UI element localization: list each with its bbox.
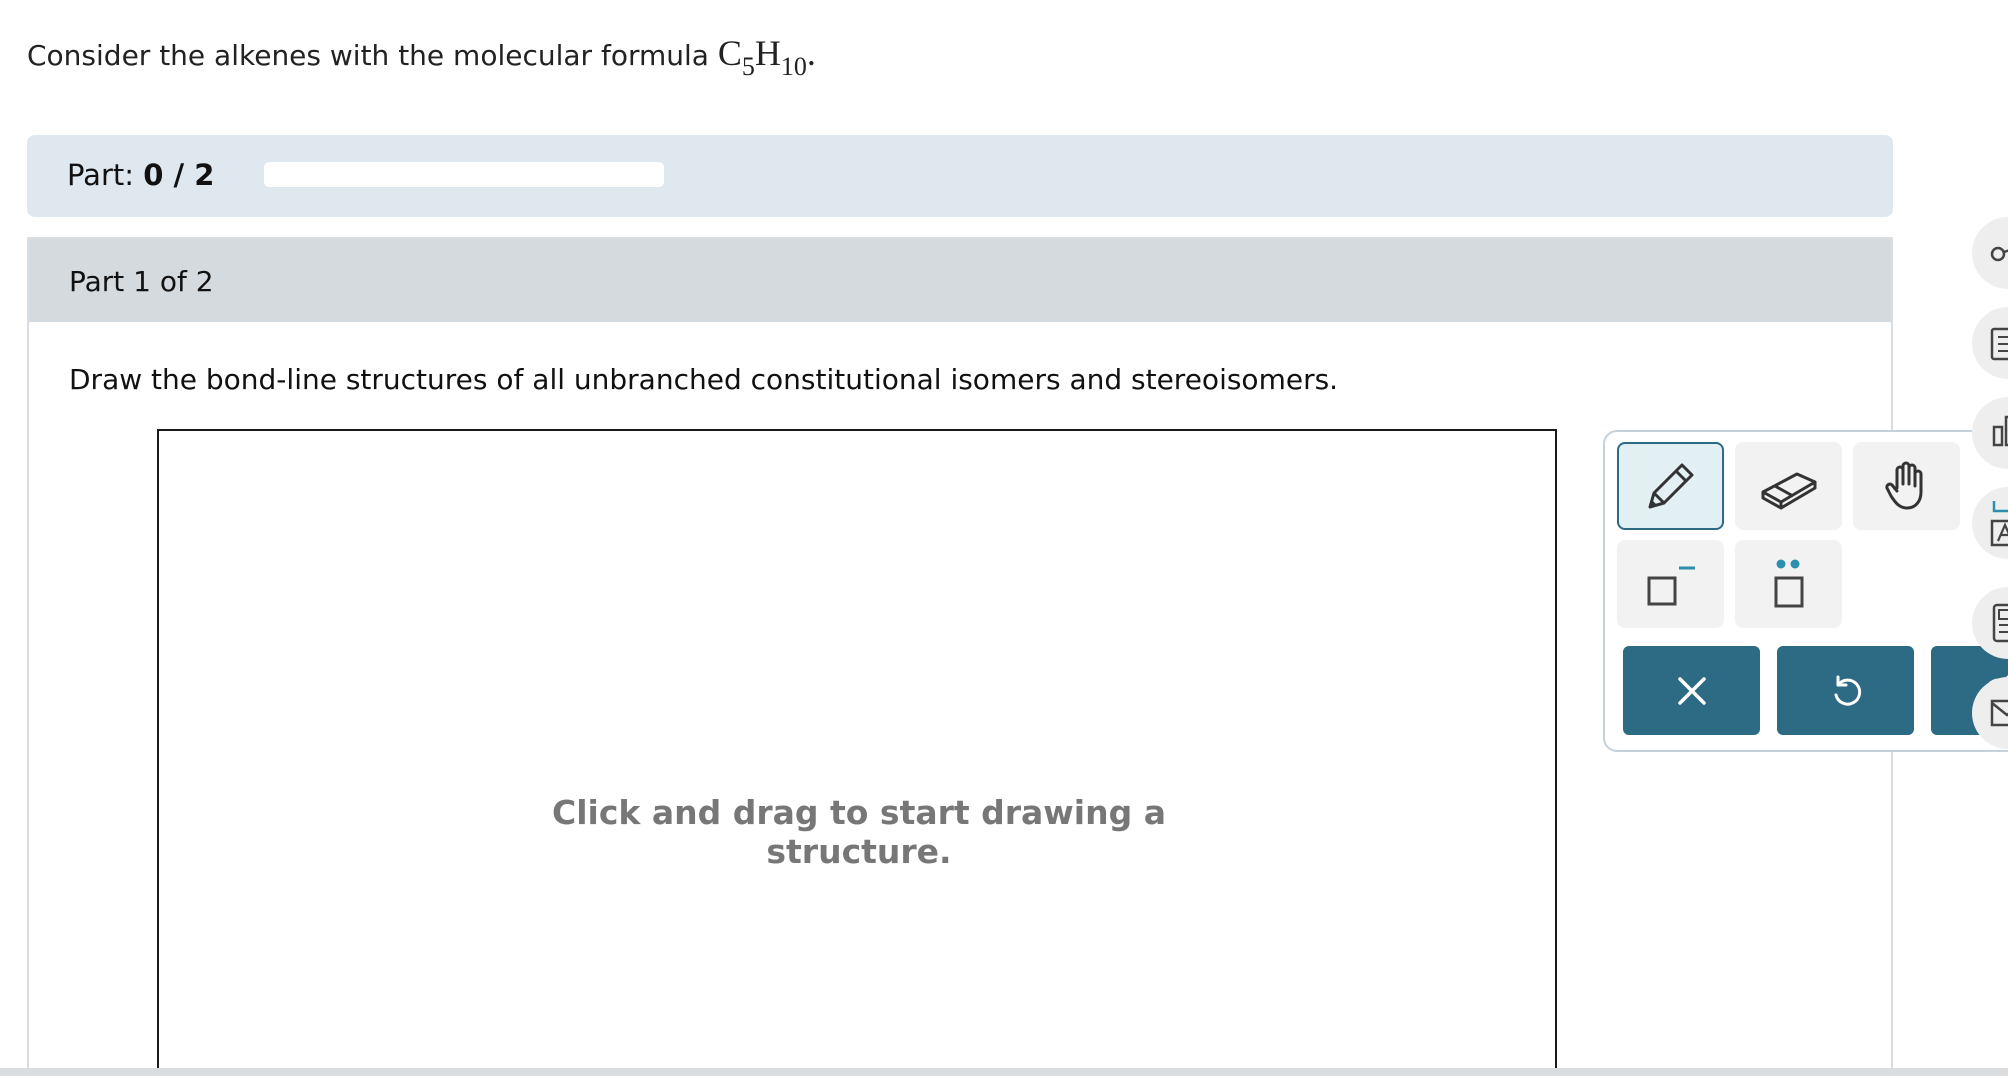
mail-icon	[1990, 699, 2008, 727]
hand-tool-button[interactable]	[1853, 442, 1960, 530]
glasses-icon	[1990, 246, 2008, 262]
lone-pair-icon	[1774, 559, 1803, 608]
periodic-table-icon	[1990, 501, 2008, 547]
drawing-toolbar	[1603, 430, 2008, 752]
part-card-header: Part 1 of 2	[29, 239, 1891, 322]
sidebar-glasses-button[interactable]	[1972, 217, 2008, 289]
formula-carbon: C	[717, 33, 742, 73]
drawing-canvas[interactable]: Click and drag to start drawing a struct…	[157, 429, 1557, 1076]
formula-period: .	[806, 33, 816, 73]
part-progress-label: Part: 0 / 2	[67, 158, 214, 192]
part-label-text: Part:	[67, 158, 144, 192]
question-prefix: Consider the alkenes with the molecular …	[27, 39, 718, 72]
lone-pair-tool-button[interactable]	[1735, 540, 1842, 628]
part-title: Part 1 of 2	[69, 265, 214, 298]
bottom-divider	[0, 1068, 2008, 1076]
molecular-formula: C5H10.	[717, 33, 816, 81]
progress-track	[264, 162, 664, 187]
notes-icon	[1990, 327, 2008, 361]
clear-icon	[1677, 676, 1706, 705]
chart-icon	[1992, 415, 2008, 447]
eraser-icon	[1761, 472, 1816, 510]
hand-icon	[1884, 461, 1922, 510]
sidebar-notes-button[interactable]	[1972, 307, 2008, 379]
part-progress-bar: Part: 0 / 2	[27, 135, 1893, 217]
formula-hydrogen: H	[754, 33, 781, 73]
formula-hydrogen-count: 10	[780, 52, 807, 81]
charge-icon	[1647, 566, 1695, 606]
clear-button[interactable]	[1623, 646, 1760, 735]
pencil-icon	[1648, 463, 1693, 509]
part-progress-value: 0 / 2	[143, 158, 215, 192]
undo-icon	[1834, 675, 1861, 706]
pencil-tool-button[interactable]	[1617, 442, 1724, 530]
question-text: Consider the alkenes with the molecular …	[27, 32, 816, 82]
undo-button[interactable]	[1777, 646, 1914, 735]
calculator-icon	[1992, 603, 2008, 643]
canvas-hint: Click and drag to start drawing a struct…	[552, 793, 1166, 871]
part-instruction: Draw the bond-line structures of all unb…	[69, 363, 1339, 396]
charge-tool-button[interactable]	[1617, 540, 1724, 628]
eraser-tool-button[interactable]	[1735, 442, 1842, 530]
formula-carbon-count: 5	[741, 52, 755, 81]
